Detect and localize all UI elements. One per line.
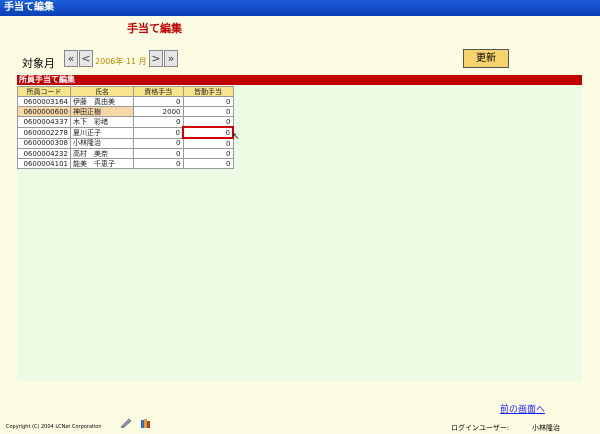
table-row: 0600000600 神田正樹 2000 0: [17, 106, 234, 117]
update-button[interactable]: 更新: [463, 49, 509, 68]
window-titlebar: 手当て編集: [0, 0, 600, 16]
employee-code: 0600004337: [17, 116, 71, 128]
table-header-row: 所員コード 氏名 資格手当 皆勤手当: [17, 86, 234, 97]
table-row: 0600004232 高村 美奈 0 0: [17, 148, 234, 159]
employee-code: 0600000600: [17, 106, 71, 117]
section-title: 所員手当て編集: [17, 75, 582, 85]
kaikin-input[interactable]: 0: [182, 96, 234, 107]
employee-code: 0600003164: [17, 96, 71, 107]
copyright-text: Copyright (C) 2004 LCNet Corporation: [6, 424, 102, 430]
kaikin-input-active[interactable]: 0: [182, 126, 234, 139]
shikaku-input[interactable]: 0: [133, 116, 184, 128]
allowance-table: 所員コード 氏名 資格手当 皆勤手当 0600003164 伊藤 真由美 0 0…: [17, 86, 234, 169]
kaikin-input[interactable]: 0: [182, 137, 234, 149]
prev-month-button[interactable]: <: [79, 50, 93, 67]
employee-code: 0600004232: [17, 148, 71, 159]
last-month-button[interactable]: »: [164, 50, 178, 67]
shikaku-input[interactable]: 0: [133, 96, 184, 107]
table-row: 0600004101 能美 千恵子 0 0: [17, 158, 234, 169]
employee-code: 0600004101: [17, 158, 71, 169]
employee-code: 0600000308: [17, 137, 71, 149]
shikaku-input[interactable]: 0: [133, 137, 184, 149]
header-code: 所員コード: [17, 86, 71, 97]
shikaku-input[interactable]: 2000: [133, 106, 184, 117]
kaikin-input[interactable]: 0: [182, 158, 234, 169]
employee-name: 伊藤 真由美: [70, 96, 134, 107]
kaikin-input[interactable]: 0: [182, 106, 234, 117]
employee-name: 能美 千恵子: [70, 158, 134, 169]
target-month-label: 対象月: [22, 57, 55, 70]
kaikin-input[interactable]: 0: [182, 148, 234, 159]
page-title: 手当て編集: [127, 22, 182, 35]
shikaku-input[interactable]: 0: [133, 126, 184, 139]
mouse-cursor-icon: ↖: [232, 132, 240, 142]
login-user-name: 小林隆治: [532, 424, 560, 432]
window-title: 手当て編集: [4, 2, 54, 13]
prev-screen-link[interactable]: 前の画面へ: [500, 402, 545, 415]
login-user-label: ログインユーザー:: [451, 424, 510, 432]
pen-icon[interactable]: [120, 418, 132, 428]
shikaku-input[interactable]: 0: [133, 158, 184, 169]
shikaku-input[interactable]: 0: [133, 148, 184, 159]
employee-name: 夏川正子: [70, 126, 134, 139]
table-row: 0600004337 木下 彩绪 0 0: [17, 116, 234, 128]
employee-name: 木下 彩绪: [70, 116, 134, 128]
employee-name: 小林隆治: [70, 137, 134, 149]
header-name: 氏名: [70, 86, 134, 97]
employee-code: 0600002278: [17, 126, 71, 139]
header-kaikin: 皆勤手当: [182, 86, 234, 97]
books-icon[interactable]: [140, 418, 152, 428]
employee-name: 高村 美奈: [70, 148, 134, 159]
table-row: 0600003164 伊藤 真由美 0 0: [17, 96, 234, 107]
employee-name: 神田正樹: [70, 106, 134, 117]
table-row: 0600000308 小林隆治 0 0: [17, 137, 234, 149]
header-shikaku: 資格手当: [133, 86, 184, 97]
first-month-button[interactable]: «: [64, 50, 78, 67]
table-row: 0600002278 夏川正子 0 0: [17, 126, 234, 139]
kaikin-input[interactable]: 0: [182, 116, 234, 128]
next-month-button[interactable]: >: [149, 50, 163, 67]
target-month-value: 2006年 11 月: [95, 57, 147, 66]
